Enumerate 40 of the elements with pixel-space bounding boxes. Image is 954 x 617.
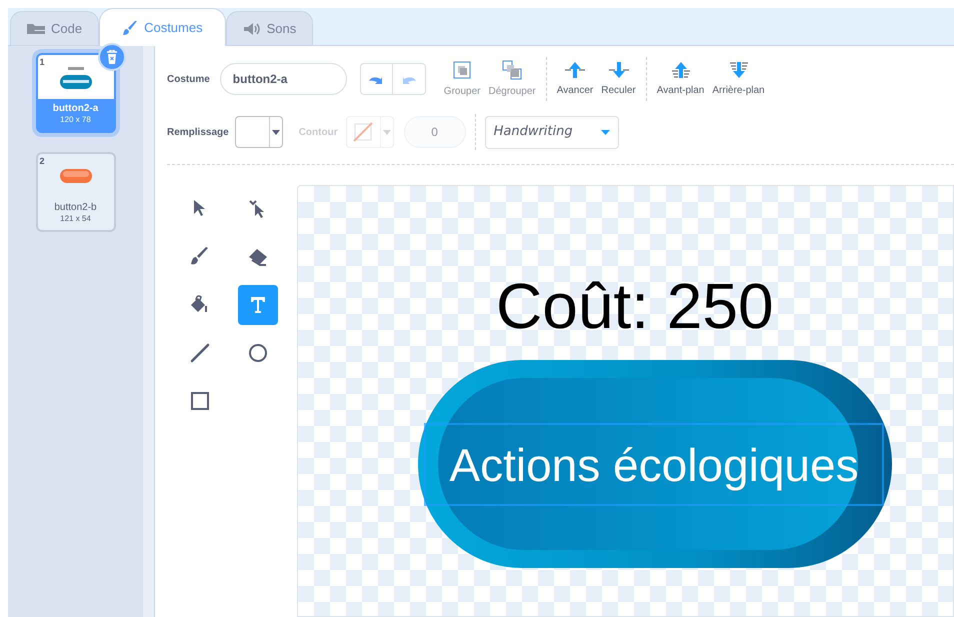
- speaker-icon: [242, 22, 261, 36]
- drawing-canvas[interactable]: Coût: 250 Actions écologiques: [297, 185, 954, 617]
- costume-card[interactable]: 1 button2-a 120 x 78: [36, 53, 116, 133]
- outline-label: Contour: [298, 126, 338, 140]
- costume-name-field[interactable]: button2-a: [220, 63, 347, 95]
- costume-size: 121 x 54: [60, 214, 91, 224]
- paintbrush-icon: [122, 20, 138, 36]
- arrow-up-icon: [564, 60, 586, 78]
- toolbar-button[interactable]: Arrière-plan: [708, 60, 769, 98]
- square-icon: [188, 389, 212, 413]
- font-dropdown[interactable]: Handwriting: [484, 116, 619, 148]
- toolbar-button[interactable]: Avancer: [552, 60, 598, 98]
- cost-text: Coût: 250: [496, 269, 774, 344]
- trash-icon: [106, 50, 118, 64]
- button-text: Actions écologiques: [449, 438, 859, 492]
- ungroup-icon: [501, 60, 524, 80]
- costume-card[interactable]: 2 button2-b 121 x 54: [36, 152, 116, 232]
- caret-icon: [600, 130, 610, 134]
- tool-button[interactable]: [238, 285, 278, 325]
- fill-label: Remplissage: [167, 126, 229, 140]
- caret-icon: [382, 130, 391, 134]
- costume-name: button2-b: [54, 202, 97, 214]
- line-icon: [188, 341, 212, 365]
- costume-thumbnail: [58, 168, 92, 184]
- toolbar-button[interactable]: Reculer: [597, 60, 640, 98]
- no-color-icon: [353, 122, 374, 142]
- arrow-up-lines-icon: [670, 60, 692, 78]
- arrow-down-lines-icon: [728, 60, 750, 78]
- toolbar-button[interactable]: Avant-plan: [652, 60, 708, 98]
- arrow-down-icon: [608, 60, 630, 78]
- selection-box[interactable]: Actions écologiques: [424, 423, 884, 506]
- caret-icon: [272, 130, 280, 134]
- costume-size: 120 x 78: [60, 115, 91, 125]
- circle-icon: [246, 341, 270, 365]
- costume-name: button2-a: [52, 103, 98, 115]
- costume-label: Costume: [167, 72, 210, 86]
- costume-number: 2: [40, 155, 45, 168]
- fill-color-picker[interactable]: [234, 116, 283, 148]
- group-icon: [451, 60, 474, 80]
- costume-number: 1: [40, 56, 45, 69]
